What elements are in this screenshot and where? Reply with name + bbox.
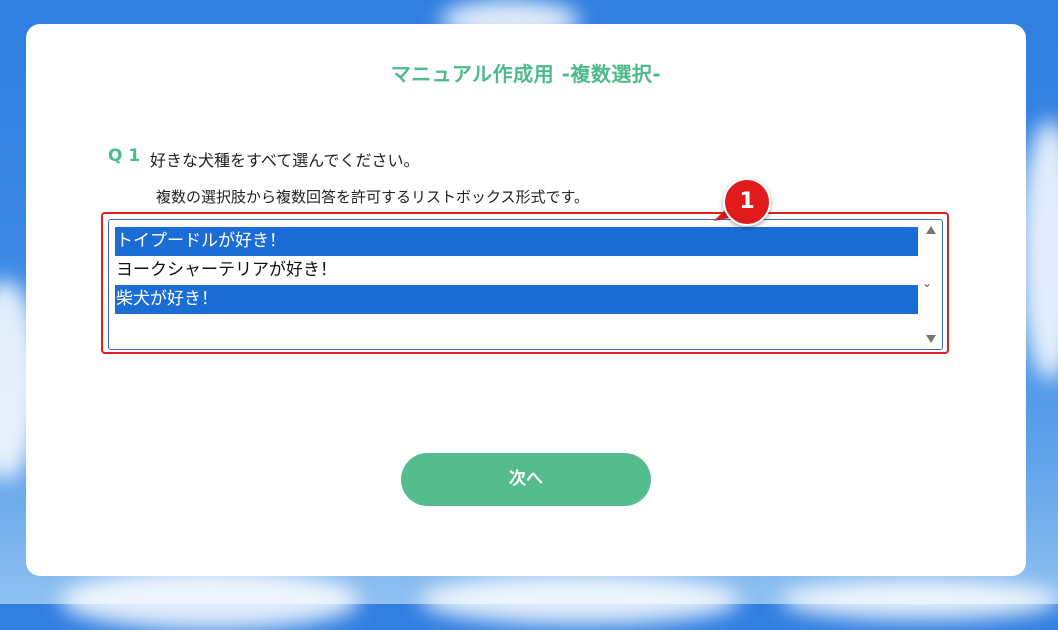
question-number: Q 1 [108,146,141,166]
dog-breed-listbox[interactable]: トイプードルが好き！ ヨークシャーテリアが好き！ 柴犬が好き！ ⌄ [108,219,943,350]
listbox-option-toy-poodle[interactable]: トイプードルが好き！ [115,227,918,256]
next-button[interactable]: 次へ [401,453,651,506]
cloud-decoration [420,575,740,625]
scroll-up-arrow-icon[interactable] [926,226,936,234]
question-subtext: 複数の選択肢から複数回答を許可するリストボックス形式です。 [156,188,590,206]
cloud-decoration [60,570,360,630]
annotation-badge: 1 [723,178,771,226]
cloud-decoration [780,580,1058,620]
resize-indicator-icon: ⌄ [921,276,932,290]
listbox-option-shiba[interactable]: 柴犬が好き！ [115,285,918,314]
page-title: マニュアル作成用 -複数選択- [390,62,662,86]
question-text: 好きな犬種をすべて選んでください。 [150,151,420,170]
scroll-down-arrow-icon[interactable] [926,335,936,343]
form-card: マニュアル作成用 -複数選択- Q 1 好きな犬種をすべて選んでください。 複数… [26,24,1026,576]
listbox-option-yorkshire-terrier[interactable]: ヨークシャーテリアが好き！ [115,256,918,285]
